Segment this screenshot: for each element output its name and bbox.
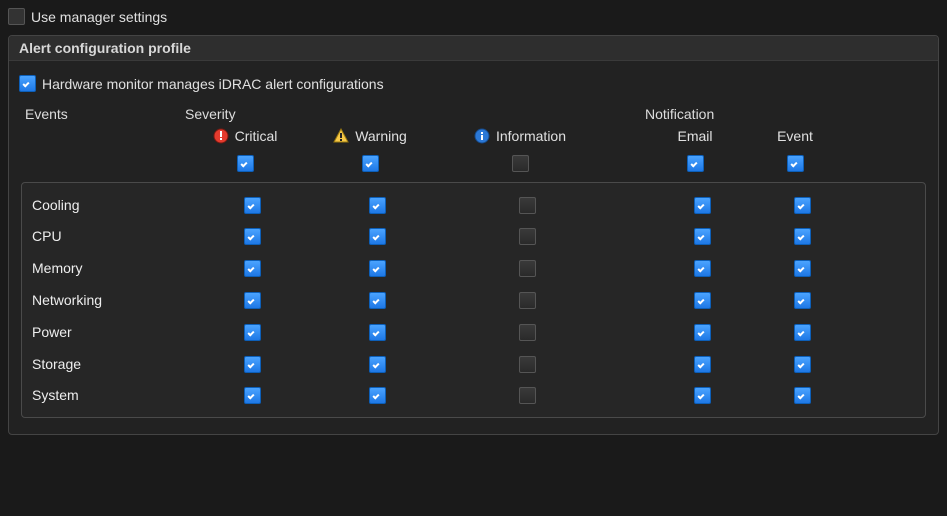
table-row: System <box>22 380 925 412</box>
master-event-checkbox[interactable] <box>787 155 804 172</box>
event-name: Cooling <box>22 197 192 213</box>
event-name: Networking <box>22 292 192 308</box>
header-severity: Severity <box>185 106 305 122</box>
row-information-checkbox[interactable] <box>519 197 536 214</box>
row-information-checkbox[interactable] <box>519 228 536 245</box>
table-row: CPU <box>22 221 925 253</box>
master-warning-checkbox[interactable] <box>362 155 379 172</box>
table-row: Cooling <box>22 189 925 221</box>
row-email-checkbox[interactable] <box>694 356 711 373</box>
warning-icon <box>333 128 349 144</box>
row-email-checkbox[interactable] <box>694 197 711 214</box>
row-information-checkbox[interactable] <box>519 260 536 277</box>
row-critical-checkbox[interactable] <box>244 356 261 373</box>
event-name: System <box>22 387 192 403</box>
header-critical: Critical <box>235 128 278 144</box>
alert-config-panel: Alert configuration profile Hardware mon… <box>8 35 939 435</box>
row-critical-checkbox[interactable] <box>244 228 261 245</box>
row-email-checkbox[interactable] <box>694 260 711 277</box>
row-event-checkbox[interactable] <box>794 197 811 214</box>
row-warning-checkbox[interactable] <box>369 387 386 404</box>
row-event-checkbox[interactable] <box>794 292 811 309</box>
table-row: Memory <box>22 252 925 284</box>
table-row: Power <box>22 316 925 348</box>
panel-title: Alert configuration profile <box>9 36 938 61</box>
row-warning-checkbox[interactable] <box>369 228 386 245</box>
row-warning-checkbox[interactable] <box>369 260 386 277</box>
row-event-checkbox[interactable] <box>794 387 811 404</box>
row-information-checkbox[interactable] <box>519 356 536 373</box>
row-warning-checkbox[interactable] <box>369 356 386 373</box>
row-information-checkbox[interactable] <box>519 324 536 341</box>
table-row: Networking <box>22 284 925 316</box>
event-name: Storage <box>22 356 192 372</box>
master-information-checkbox[interactable] <box>512 155 529 172</box>
row-critical-checkbox[interactable] <box>244 197 261 214</box>
row-information-checkbox[interactable] <box>519 292 536 309</box>
critical-icon <box>213 128 229 144</box>
header-notification: Notification <box>645 106 745 122</box>
row-event-checkbox[interactable] <box>794 356 811 373</box>
header-warning: Warning <box>355 128 407 144</box>
row-warning-checkbox[interactable] <box>369 324 386 341</box>
manage-idrac-checkbox[interactable] <box>19 75 36 92</box>
row-information-checkbox[interactable] <box>519 387 536 404</box>
row-critical-checkbox[interactable] <box>244 292 261 309</box>
row-critical-checkbox[interactable] <box>244 387 261 404</box>
row-email-checkbox[interactable] <box>694 292 711 309</box>
use-manager-settings-label: Use manager settings <box>31 9 167 25</box>
row-critical-checkbox[interactable] <box>244 324 261 341</box>
row-email-checkbox[interactable] <box>694 228 711 245</box>
table-row: Storage <box>22 348 925 380</box>
header-information: Information <box>496 128 566 144</box>
use-manager-settings-checkbox[interactable] <box>8 8 25 25</box>
row-event-checkbox[interactable] <box>794 260 811 277</box>
header-events: Events <box>15 106 185 122</box>
event-name: CPU <box>22 228 192 244</box>
row-email-checkbox[interactable] <box>694 324 711 341</box>
header-email: Email <box>677 128 712 144</box>
row-warning-checkbox[interactable] <box>369 197 386 214</box>
manage-idrac-label: Hardware monitor manages iDRAC alert con… <box>42 76 384 92</box>
row-email-checkbox[interactable] <box>694 387 711 404</box>
information-icon <box>474 128 490 144</box>
header-event: Event <box>777 128 813 144</box>
row-critical-checkbox[interactable] <box>244 260 261 277</box>
row-warning-checkbox[interactable] <box>369 292 386 309</box>
master-critical-checkbox[interactable] <box>237 155 254 172</box>
master-email-checkbox[interactable] <box>687 155 704 172</box>
row-event-checkbox[interactable] <box>794 324 811 341</box>
event-name: Power <box>22 324 192 340</box>
event-name: Memory <box>22 260 192 276</box>
row-event-checkbox[interactable] <box>794 228 811 245</box>
